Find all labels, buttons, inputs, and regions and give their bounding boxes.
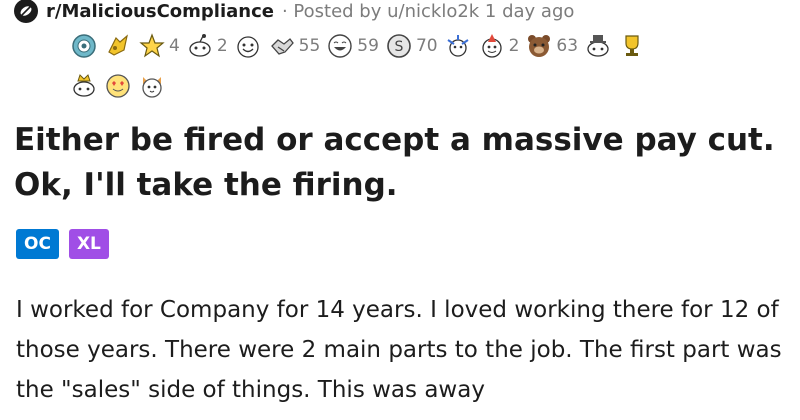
award[interactable]: 2: [186, 32, 228, 60]
award-count: 4: [169, 36, 180, 56]
award[interactable]: [70, 32, 98, 60]
post-body: I worked for Company for 14 years. I lov…: [16, 297, 782, 403]
subreddit-icon[interactable]: [14, 0, 38, 23]
award-count: 70: [415, 36, 438, 56]
silver-icon: S: [385, 32, 413, 60]
award[interactable]: 55: [268, 32, 321, 60]
award-count: 63: [556, 36, 579, 56]
bear-icon: [525, 32, 553, 60]
award-count: 59: [357, 36, 379, 56]
post-header: r/MaliciousCompliance · Posted by u/nick…: [14, 0, 574, 23]
award[interactable]: [104, 72, 132, 100]
heart-eyes-icon: [104, 72, 132, 100]
award[interactable]: [584, 32, 612, 60]
awards-row[interactable]: 4 2 55 59 S 70 2 63: [70, 32, 790, 100]
posted-by-meta[interactable]: · Posted by u/nicklo2k 1 day ago: [282, 1, 574, 22]
flair-xl[interactable]: XL: [68, 229, 109, 259]
snoo-crown-icon: [70, 72, 98, 100]
subreddit-name[interactable]: r/MaliciousCompliance: [46, 1, 274, 22]
award[interactable]: 2: [478, 32, 520, 60]
wholesome-icon: [234, 32, 262, 60]
star-icon: [138, 32, 166, 60]
award[interactable]: [70, 72, 98, 100]
hugz-icon: [70, 32, 98, 60]
award[interactable]: S 70: [385, 32, 438, 60]
award[interactable]: [444, 32, 472, 60]
award[interactable]: [104, 32, 132, 60]
award[interactable]: [234, 32, 262, 60]
svg-text:S: S: [394, 39, 403, 55]
award[interactable]: 59: [326, 32, 379, 60]
award[interactable]: [618, 32, 646, 60]
snoo-hat-icon: [584, 32, 612, 60]
award-count: 55: [298, 36, 321, 56]
flair-row: OC XL: [16, 229, 109, 259]
helpful-icon: [104, 32, 132, 60]
snoo-award-icon: [186, 32, 214, 60]
award[interactable]: [138, 72, 166, 100]
bravo-icon: [444, 32, 472, 60]
party-icon: [478, 32, 506, 60]
award[interactable]: 63: [525, 32, 578, 60]
flair-oc[interactable]: OC: [16, 229, 59, 259]
handshake-icon: [268, 32, 296, 60]
award[interactable]: 4: [138, 32, 180, 60]
trophy-icon: [618, 32, 646, 60]
laughing-icon: [326, 32, 354, 60]
award-count: 2: [508, 36, 520, 56]
cat-icon: [138, 72, 166, 100]
award-count: 2: [216, 36, 228, 56]
post-title[interactable]: Either be fired or accept a massive pay …: [14, 118, 794, 208]
